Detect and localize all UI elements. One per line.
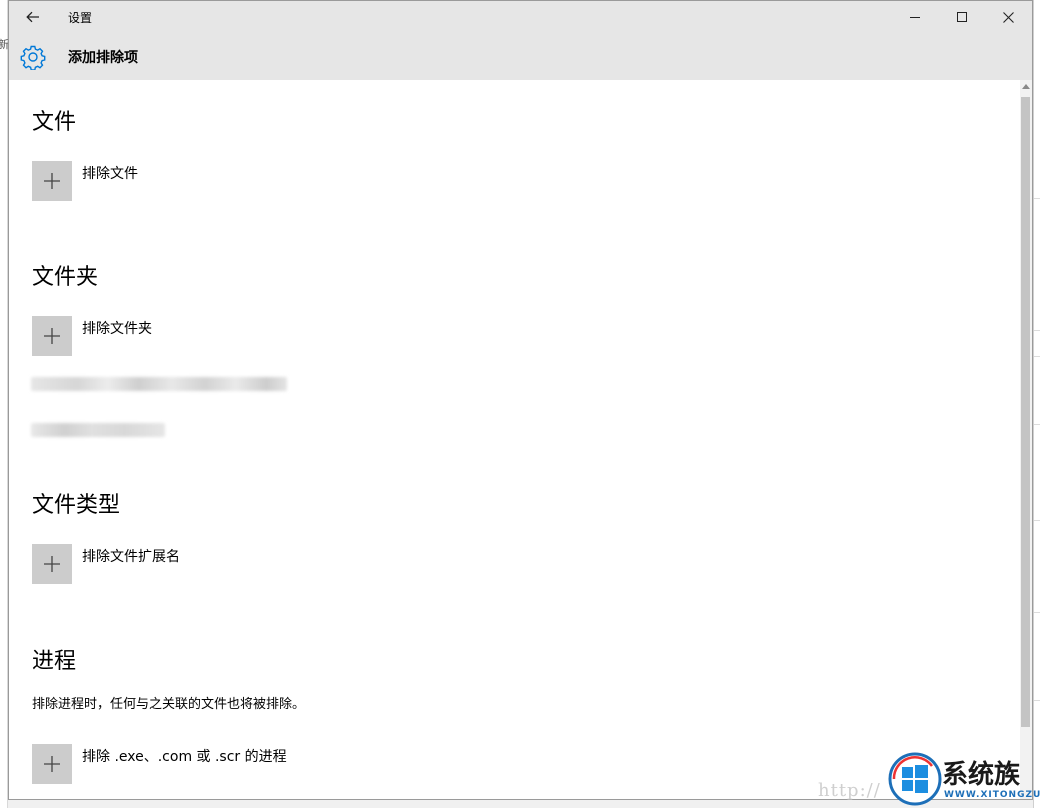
maximize-icon <box>957 12 967 22</box>
files-heading: 文件 <box>32 110 77 135</box>
close-button[interactable] <box>985 1 1031 33</box>
background-window-left: 新 <box>0 0 9 808</box>
back-arrow-icon <box>26 11 39 23</box>
excluded-folder-item-blurred[interactable] <box>31 423 165 437</box>
scroll-up-arrow-icon[interactable] <box>1022 84 1030 89</box>
title-bar: 设置 <box>9 1 1032 33</box>
excluded-folder-item-blurred[interactable] <box>31 377 287 391</box>
add-file-label: 排除文件 <box>82 166 138 182</box>
add-process-tile[interactable] <box>32 744 72 784</box>
add-folder-label: 排除文件夹 <box>82 321 152 337</box>
settings-content: 文件 排除文件 文件夹 排除文件夹 文件类型 排除文件扩展名 进程 排除进程时，… <box>9 80 1032 799</box>
page-header: 添加排除项 <box>9 33 1032 80</box>
watermark-url: http:// <box>818 780 881 801</box>
maximize-button[interactable] <box>939 1 985 33</box>
processes-heading: 进程 <box>32 649 77 674</box>
close-icon <box>1002 11 1014 23</box>
add-folder-tile[interactable] <box>32 316 72 356</box>
back-button[interactable] <box>19 5 47 29</box>
plus-icon <box>44 556 60 572</box>
windows-logo-icon <box>888 752 942 806</box>
add-extension-label: 排除文件扩展名 <box>82 549 180 565</box>
logo-subtext: WWW.XITONGZU.COM <box>944 790 1040 800</box>
plus-icon <box>44 328 60 344</box>
file-types-heading: 文件类型 <box>32 493 121 518</box>
add-extension-tile[interactable] <box>32 544 72 584</box>
plus-icon <box>44 173 60 189</box>
logo-text: 系统族 <box>942 760 1021 790</box>
site-logo: 系统族 WWW.XITONGZU.COM <box>886 748 1040 808</box>
page-title: 添加排除项 <box>68 50 138 66</box>
folders-heading: 文件夹 <box>32 265 99 290</box>
add-process-label: 排除 .exe、.com 或 .scr 的进程 <box>82 749 287 765</box>
minimize-icon <box>910 17 920 18</box>
background-window-right <box>1033 0 1040 808</box>
scrollbar-thumb[interactable] <box>1021 97 1030 727</box>
add-file-tile[interactable] <box>32 161 72 201</box>
settings-window: 设置 添加排除项 文件 排除文件 文件夹 排除文件夹 文件类型 排除文件扩展名 … <box>8 0 1033 800</box>
gear-icon <box>20 45 46 70</box>
minimize-button[interactable] <box>892 1 938 33</box>
window-title: 设置 <box>68 11 93 25</box>
plus-icon <box>44 756 60 772</box>
processes-description: 排除进程时，任何与之关联的文件也将被排除。 <box>32 697 306 712</box>
